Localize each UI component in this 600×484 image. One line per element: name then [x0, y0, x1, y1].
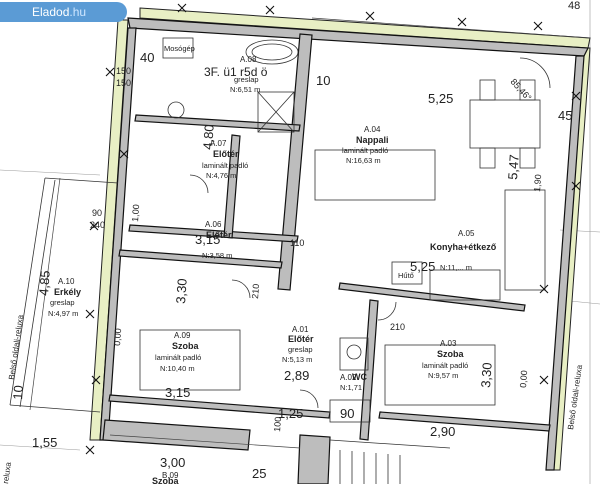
svg-text:90: 90: [340, 406, 354, 421]
svg-text:A.03: A.03: [440, 339, 457, 348]
reluxa-left: Belső oldali-reluxa: [7, 314, 25, 381]
svg-text:110: 110: [290, 238, 304, 248]
svg-text:25: 25: [252, 466, 266, 481]
svg-text:N:9,57 m: N:9,57 m: [428, 371, 458, 380]
room-a10: A.10 Erkély greslap N:4,97 m: [48, 277, 81, 318]
svg-text:Szoba: Szoba: [437, 349, 464, 359]
svg-text:Konyha+étkező: Konyha+étkező: [430, 242, 497, 252]
svg-text:N:10,40 m: N:10,40 m: [160, 364, 195, 373]
svg-text:N:3,58 m: N:3,58 m: [202, 251, 232, 260]
svg-text:N:1,71: N:1,71: [340, 383, 362, 392]
svg-text:210: 210: [250, 283, 261, 299]
svg-text:laminált padló: laminált padló: [202, 161, 248, 170]
svg-text:3,15: 3,15: [195, 232, 220, 247]
svg-text:40: 40: [140, 50, 154, 65]
watermark-text: Eladod.hu: [32, 5, 87, 19]
svg-text:100: 100: [272, 416, 283, 432]
svg-text:5,47: 5,47: [505, 154, 522, 180]
floor-plan: 48 3F. ü1 r5d ö A.08 greslap N:6,51 m Mo…: [0, 0, 600, 484]
room-a09: A.09 Szoba laminált padló N:10,40 m: [155, 331, 201, 373]
svg-text:Mosógép: Mosógép: [164, 44, 195, 53]
svg-text:5,25: 5,25: [428, 91, 453, 106]
room-a01: A.01 Előtér greslap N:5,13 m: [282, 325, 314, 364]
svg-text:N:4,76 m: N:4,76 m: [206, 171, 236, 180]
svg-text:210: 210: [390, 322, 405, 332]
svg-text:laminált padló: laminált padló: [342, 146, 388, 155]
svg-text:Erkély: Erkély: [54, 287, 81, 297]
room-a04: A.04 Nappali laminált padló N:16,63 m: [342, 125, 389, 165]
svg-text:1,00: 1,00: [130, 204, 141, 222]
svg-text:greslap: greslap: [288, 345, 313, 354]
svg-text:greslap: greslap: [234, 75, 259, 84]
svg-text:3,30: 3,30: [478, 362, 495, 388]
svg-text:10: 10: [10, 385, 26, 400]
svg-text:laminált padló: laminált padló: [422, 361, 468, 370]
svg-text:1,55: 1,55: [32, 435, 57, 450]
svg-text:N:16,63 m: N:16,63 m: [346, 156, 381, 165]
svg-text:3,15: 3,15: [165, 385, 190, 400]
svg-text:3,30: 3,30: [173, 278, 190, 304]
room-b09: B.09 Szoba: [152, 471, 179, 484]
svg-text:A.09: A.09: [174, 331, 191, 340]
svg-text:A.04: A.04: [364, 125, 381, 134]
svg-text:Előtér: Előtér: [288, 334, 314, 344]
svg-text:A.05: A.05: [458, 229, 475, 238]
interior-walls: [102, 33, 551, 484]
watermark-badge: Eladod.hu: [0, 2, 127, 22]
svg-text:Előtér: Előtér: [213, 149, 239, 159]
svg-text:1,90: 1,90: [532, 174, 543, 192]
reluxa-right: Belső oldali-reluxa: [566, 364, 584, 431]
svg-text:0,00: 0,00: [518, 370, 529, 388]
svg-text:2,89: 2,89: [284, 368, 309, 383]
svg-text:45: 45: [558, 108, 572, 123]
svg-text:A.06: A.06: [205, 220, 222, 229]
svg-text:3,00: 3,00: [160, 455, 185, 470]
svg-text:N:6,51 m: N:6,51 m: [230, 85, 260, 94]
svg-text:2,90: 2,90: [430, 424, 455, 439]
svg-text:A.10: A.10: [58, 277, 75, 286]
svg-text:laminált padló: laminált padló: [155, 353, 201, 362]
svg-text:greslap: greslap: [50, 298, 75, 307]
reluxa-bottom: reluxa: [1, 461, 13, 484]
stairs: [329, 439, 451, 484]
svg-text:0,00: 0,00: [112, 328, 123, 346]
svg-text:N:5,13 m: N:5,13 m: [282, 355, 312, 364]
svg-text:4,80: 4,80: [200, 124, 217, 150]
svg-text:150: 150: [116, 66, 131, 76]
svg-text:10: 10: [316, 73, 330, 88]
svg-text:A.01: A.01: [292, 325, 309, 334]
svg-text:5,25: 5,25: [410, 259, 435, 274]
svg-text:Nappali: Nappali: [356, 135, 389, 145]
svg-text:150: 150: [116, 78, 131, 88]
svg-text:240: 240: [90, 220, 105, 230]
svg-text:4,85: 4,85: [36, 270, 53, 296]
svg-text:N:11,... m: N:11,... m: [440, 263, 472, 272]
svg-text:A.08: A.08: [240, 55, 257, 64]
corner-dim: 48: [568, 0, 580, 12]
svg-text:WC: WC: [352, 372, 367, 382]
svg-text:Szoba: Szoba: [172, 341, 199, 351]
svg-text:Szoba: Szoba: [152, 476, 179, 484]
svg-text:85,46°: 85,46°: [509, 77, 534, 103]
svg-text:90: 90: [92, 208, 102, 218]
svg-text:N:4,97 m: N:4,97 m: [48, 309, 78, 318]
